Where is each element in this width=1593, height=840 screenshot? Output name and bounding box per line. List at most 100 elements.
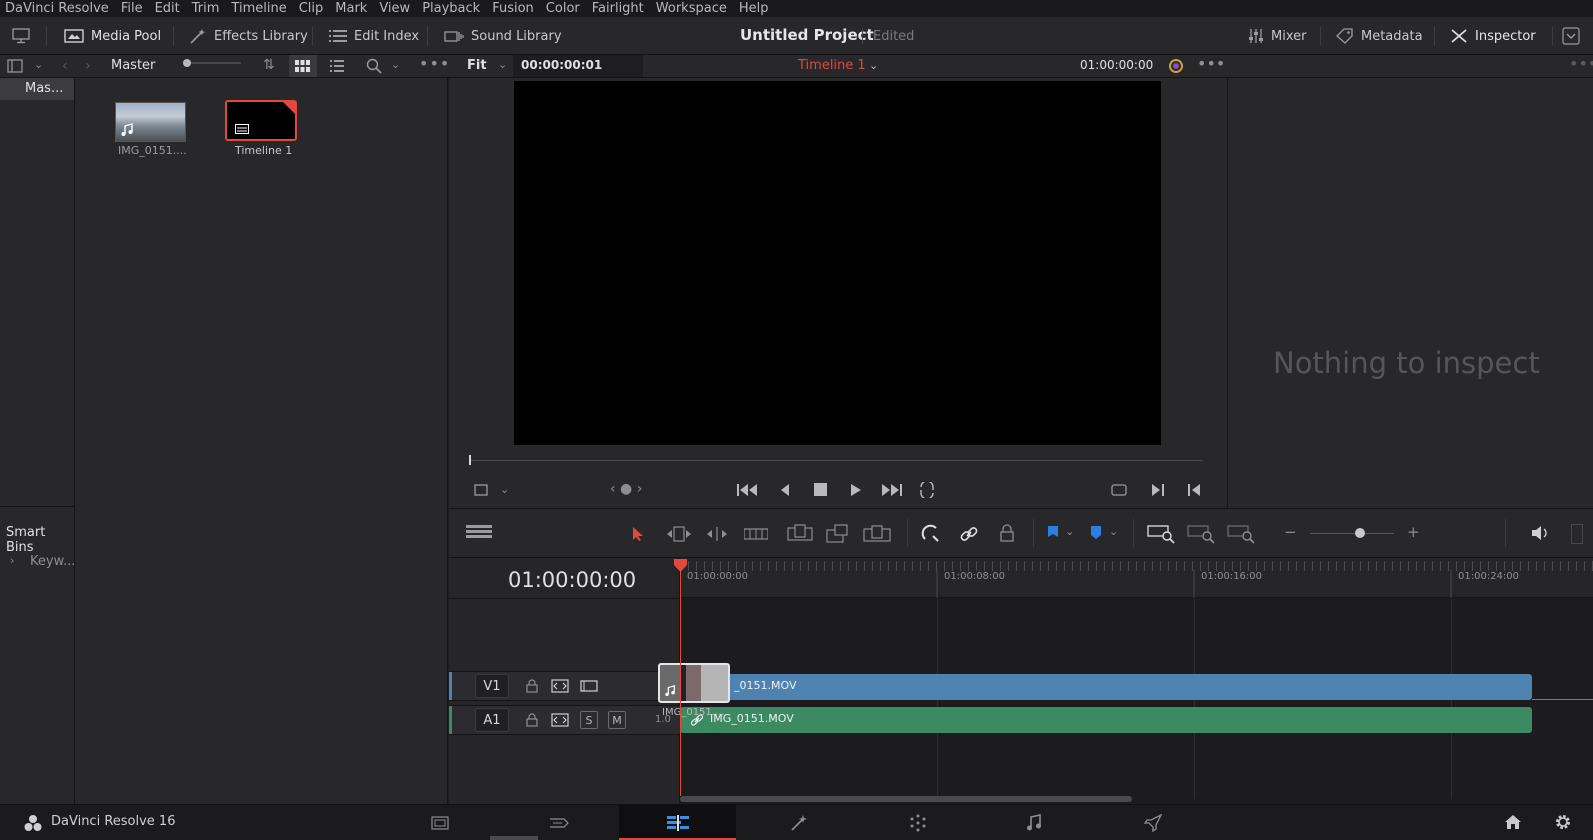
menu-workspace[interactable]: Workspace [650,1,733,16]
media-clip-thumbnail[interactable] [115,102,186,142]
viewer-scrubber[interactable] [469,460,1203,461]
chevron-right-icon[interactable]: › [10,554,14,567]
menu-fairlight[interactable]: Fairlight [586,1,650,16]
previous-edit-icon[interactable] [1187,483,1201,497]
blade-tool-icon[interactable] [744,527,768,541]
timeline-scrollbar[interactable] [680,796,1132,802]
zoom-out-icon[interactable]: − [1284,523,1297,541]
thumbnail-size-knob[interactable] [183,59,191,67]
match-frame-icon[interactable] [1110,482,1128,498]
color-wheel-icon[interactable] [1167,57,1185,75]
menu-clip[interactable]: Clip [293,1,330,16]
mute-button[interactable]: M [608,711,626,729]
media-page-icon[interactable] [431,816,449,830]
edit-page-tab[interactable] [619,805,736,840]
menu-view[interactable]: View [373,1,416,16]
zoom-select[interactable]: Fit [467,58,487,73]
master-bin-item[interactable]: Mas... [0,78,74,100]
chevron-down-icon[interactable]: ⌄ [391,59,400,70]
timeline-clip-thumbnail[interactable] [225,100,297,141]
trim-tool-icon[interactable] [665,526,693,542]
keywords-bin-item[interactable]: Keyw... [30,554,75,569]
chevron-down-icon[interactable]: ⌄ [498,59,507,70]
playhead-handle[interactable] [674,559,687,572]
menu-help[interactable]: Help [733,1,775,16]
menu-playback[interactable]: Playback [416,1,486,16]
jog-control[interactable]: ‹ ● › [610,481,642,497]
timeline-selector[interactable]: Timeline 1 [798,58,866,73]
edit-index-button[interactable]: Edit Index [329,17,419,55]
auto-select-icon[interactable] [551,679,569,693]
fairlight-page-icon[interactable] [1026,814,1042,832]
effects-library-button[interactable]: Effects Library [189,17,308,55]
replace-clip-icon[interactable] [863,524,891,544]
menu-edit[interactable]: Edit [149,1,186,16]
list-view-icon[interactable] [330,60,344,72]
cut-page-icon[interactable] [548,815,570,831]
deliver-page-icon[interactable] [1144,814,1162,832]
grid-view-button[interactable] [289,55,317,77]
viewer-screen[interactable] [514,81,1161,445]
metadata-button[interactable]: Metadata [1336,17,1423,55]
thumbnail-size-slider[interactable] [183,62,241,64]
dragged-clip-thumbnail[interactable] [658,663,730,703]
track-enable-icon[interactable] [580,680,598,692]
expand-toolbar-button[interactable] [1562,17,1580,55]
playhead[interactable] [680,562,681,796]
sound-library-button[interactable]: Sound Library [444,17,562,55]
workspace-layout-button[interactable] [12,17,30,55]
go-to-end-icon[interactable] [880,483,902,497]
zoom-slider-knob[interactable] [1355,528,1365,538]
speaker-icon[interactable] [1531,525,1551,541]
audio-clip[interactable]: IMG_0151.MOV [680,707,1532,733]
custom-zoom-icon[interactable] [1227,524,1255,544]
menu-fusion[interactable]: Fusion [486,1,540,16]
menu-color[interactable]: Color [540,1,586,16]
snapping-icon[interactable] [921,524,941,544]
chevron-down-icon[interactable]: ⌄ [1109,525,1118,538]
step-back-icon[interactable] [779,483,791,497]
video-clip[interactable]: _0151.MOV [724,674,1532,700]
chevron-down-icon[interactable]: ⌄ [34,59,43,70]
insert-clip-icon[interactable] [787,524,813,544]
timeline-view-options-icon[interactable] [466,525,492,541]
detail-zoom-icon[interactable] [1187,524,1215,544]
inspector-button[interactable]: Inspector [1450,17,1536,55]
menu-timeline[interactable]: Timeline [225,1,292,16]
selection-tool-icon[interactable] [632,526,644,542]
menu-app[interactable]: DaVinci Resolve [0,1,115,16]
loop-icon[interactable] [917,482,937,498]
color-page-icon[interactable] [909,814,927,832]
gear-icon[interactable] [1554,813,1572,831]
more-options-icon[interactable]: ••• [1569,56,1593,72]
auto-select-icon[interactable] [551,713,569,727]
lock-icon[interactable] [526,713,538,727]
chevron-down-icon[interactable]: ⌄ [500,483,509,496]
home-icon[interactable] [1504,814,1522,830]
mixer-button[interactable]: Mixer [1248,17,1306,55]
marker-icon[interactable] [1090,525,1102,541]
lock-icon[interactable] [526,679,538,693]
search-icon[interactable] [366,58,382,74]
scrubber-playhead[interactable] [469,455,471,465]
menu-file[interactable]: File [115,1,149,16]
fusion-page-icon[interactable] [790,814,808,832]
dynamic-trim-icon[interactable] [705,526,729,542]
more-options-icon[interactable]: ••• [419,56,450,72]
flag-icon[interactable] [1047,525,1059,541]
full-extent-zoom-icon[interactable] [1147,524,1175,544]
forward-arrow-icon[interactable]: › [85,59,91,73]
sidebar-toggle-icon[interactable] [7,59,23,73]
zoom-in-icon[interactable]: + [1407,523,1420,541]
next-edit-icon[interactable] [1151,483,1165,497]
solo-button[interactable]: S [580,711,598,729]
chevron-down-icon[interactable]: ⌄ [869,59,878,72]
menu-trim[interactable]: Trim [186,1,226,16]
zoom-slider[interactable] [1310,533,1394,534]
media-pool-button[interactable]: Media Pool [64,17,161,55]
sort-icon[interactable]: ⇅ [263,58,275,72]
transform-icon[interactable] [473,483,489,497]
stop-icon[interactable] [814,483,827,496]
chevron-down-icon[interactable]: ⌄ [1065,525,1074,538]
back-arrow-icon[interactable]: ‹ [62,59,68,73]
